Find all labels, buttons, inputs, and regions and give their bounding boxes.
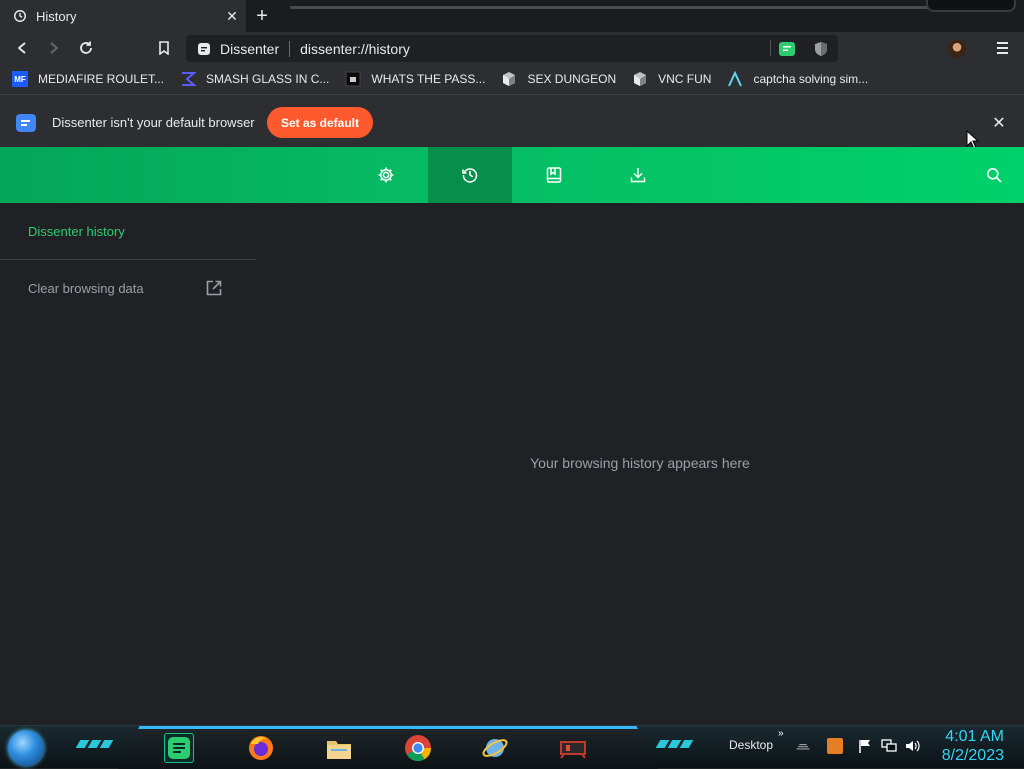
clock-time[interactable]: 4:01 AM [940, 728, 1004, 746]
clear-browsing-data-link[interactable]: Clear browsing data [28, 281, 144, 296]
start-button[interactable] [8, 730, 44, 766]
downloads-icon [630, 168, 646, 183]
default-browser-infobar: Dissenter isn't your default browser Set… [0, 94, 1024, 147]
shield-icon[interactable] [812, 40, 830, 58]
cube-icon [501, 71, 517, 87]
bookmarks-icon [546, 167, 562, 183]
set-as-default-button[interactable]: Set as default [267, 107, 373, 138]
forward-icon [50, 42, 58, 54]
dissenter-icon [16, 114, 36, 132]
sidebar-divider [0, 259, 256, 260]
window-corner-decoration [926, 0, 1016, 12]
internet-explorer-icon[interactable] [480, 733, 510, 763]
history-icon [12, 8, 28, 24]
tab-history[interactable]: History ✕ [0, 0, 246, 32]
media-player-icon[interactable] [558, 733, 588, 763]
tab-title: History [36, 8, 77, 24]
dissenter-comment-icon[interactable] [778, 40, 796, 58]
bookmark-item[interactable]: SMASH GLASS IN C... [180, 67, 329, 91]
history-sidebar: Dissenter history Clear browsing data [0, 203, 256, 725]
address-bar[interactable]: Dissenter dissenter://history [186, 35, 838, 62]
search-icon [987, 168, 1002, 183]
profile-avatar[interactable] [948, 40, 966, 58]
bookmark-label: VNC FUN [658, 72, 712, 86]
show-desktop-icon[interactable] [795, 738, 811, 754]
site-name: Dissenter [220, 40, 280, 57]
nav-bookmarks[interactable] [512, 147, 596, 203]
sidebar-item-history[interactable]: Dissenter history [28, 224, 125, 239]
infobar-message: Dissenter isn't your default browser [52, 115, 255, 130]
menu-button[interactable] [992, 36, 1012, 60]
bookmark-item[interactable]: MF MEDIAFIRE ROULET... [12, 67, 164, 91]
empty-history-message: Your browsing history appears here [530, 455, 750, 471]
file-explorer-icon[interactable] [324, 733, 354, 763]
toolbar-separator [770, 40, 771, 56]
toolbar-overflow-icon[interactable]: » [778, 728, 784, 739]
bookmark-label: SEX DUNGEON [527, 72, 617, 86]
chrome-icon[interactable] [403, 733, 433, 763]
forward-button[interactable] [42, 36, 66, 60]
bookmark-label: captcha solving sim... [753, 72, 869, 86]
bookmark-item[interactable]: captcha solving sim... [727, 67, 868, 91]
bookmark-label: SMASH GLASS IN C... [206, 72, 330, 86]
back-icon [18, 42, 26, 54]
history-icon [462, 168, 478, 183]
volume-icon[interactable] [905, 738, 921, 754]
dissenter-taskbar-icon[interactable] [164, 733, 194, 763]
square-icon [345, 71, 361, 87]
reload-icon [80, 41, 92, 54]
tabstrip-decoration [290, 6, 930, 9]
mediafire-icon: MF [12, 71, 28, 87]
bookmarks-bar: MF MEDIAFIRE ROULET... SMASH GLASS IN C.… [0, 64, 1024, 94]
omnibox-separator [289, 40, 291, 57]
toolbar: Dissenter dissenter://history [0, 32, 1024, 64]
nav-history[interactable] [428, 147, 512, 203]
bookmark-item[interactable]: VNC FUN [632, 67, 711, 91]
clock-date[interactable]: 8/2/2023 [930, 747, 1004, 765]
nav-settings[interactable] [344, 147, 428, 203]
bookmark-label: MEDIAFIRE ROULET... [38, 72, 165, 86]
app-tray-icon[interactable] [827, 738, 843, 754]
close-icon[interactable]: ✕ [990, 114, 1008, 132]
flag-icon[interactable] [857, 738, 873, 754]
back-button[interactable] [10, 36, 34, 60]
taskbar-decoration [655, 740, 694, 750]
close-icon[interactable]: ✕ [222, 6, 242, 26]
bookmark-item[interactable]: SEX DUNGEON [501, 67, 616, 91]
sigma-icon [180, 71, 197, 87]
taskbar-decoration [75, 740, 114, 750]
url-text[interactable]: dissenter://history [300, 41, 778, 57]
tab-strip: History ✕ + [0, 0, 1024, 32]
settings-icon [378, 167, 394, 183]
reload-button[interactable] [74, 36, 98, 60]
nav-downloads[interactable] [596, 147, 680, 203]
bookmark-item[interactable]: WHATS THE PASS... [345, 67, 485, 91]
bookmark-icon [159, 41, 169, 55]
page-header [0, 147, 1024, 203]
bookmark-button[interactable] [152, 36, 176, 60]
network-icon[interactable] [881, 738, 897, 754]
lambda-icon [727, 71, 743, 87]
search-button[interactable] [982, 163, 1006, 187]
desktop-toolbar-label[interactable]: Desktop [729, 738, 773, 752]
dissenter-icon [196, 41, 212, 57]
cube-icon [632, 71, 648, 87]
bookmark-label: WHATS THE PASS... [371, 72, 486, 86]
open-external-icon[interactable] [205, 279, 223, 297]
new-tab-button[interactable]: + [250, 4, 274, 28]
firefox-icon[interactable] [246, 733, 276, 763]
